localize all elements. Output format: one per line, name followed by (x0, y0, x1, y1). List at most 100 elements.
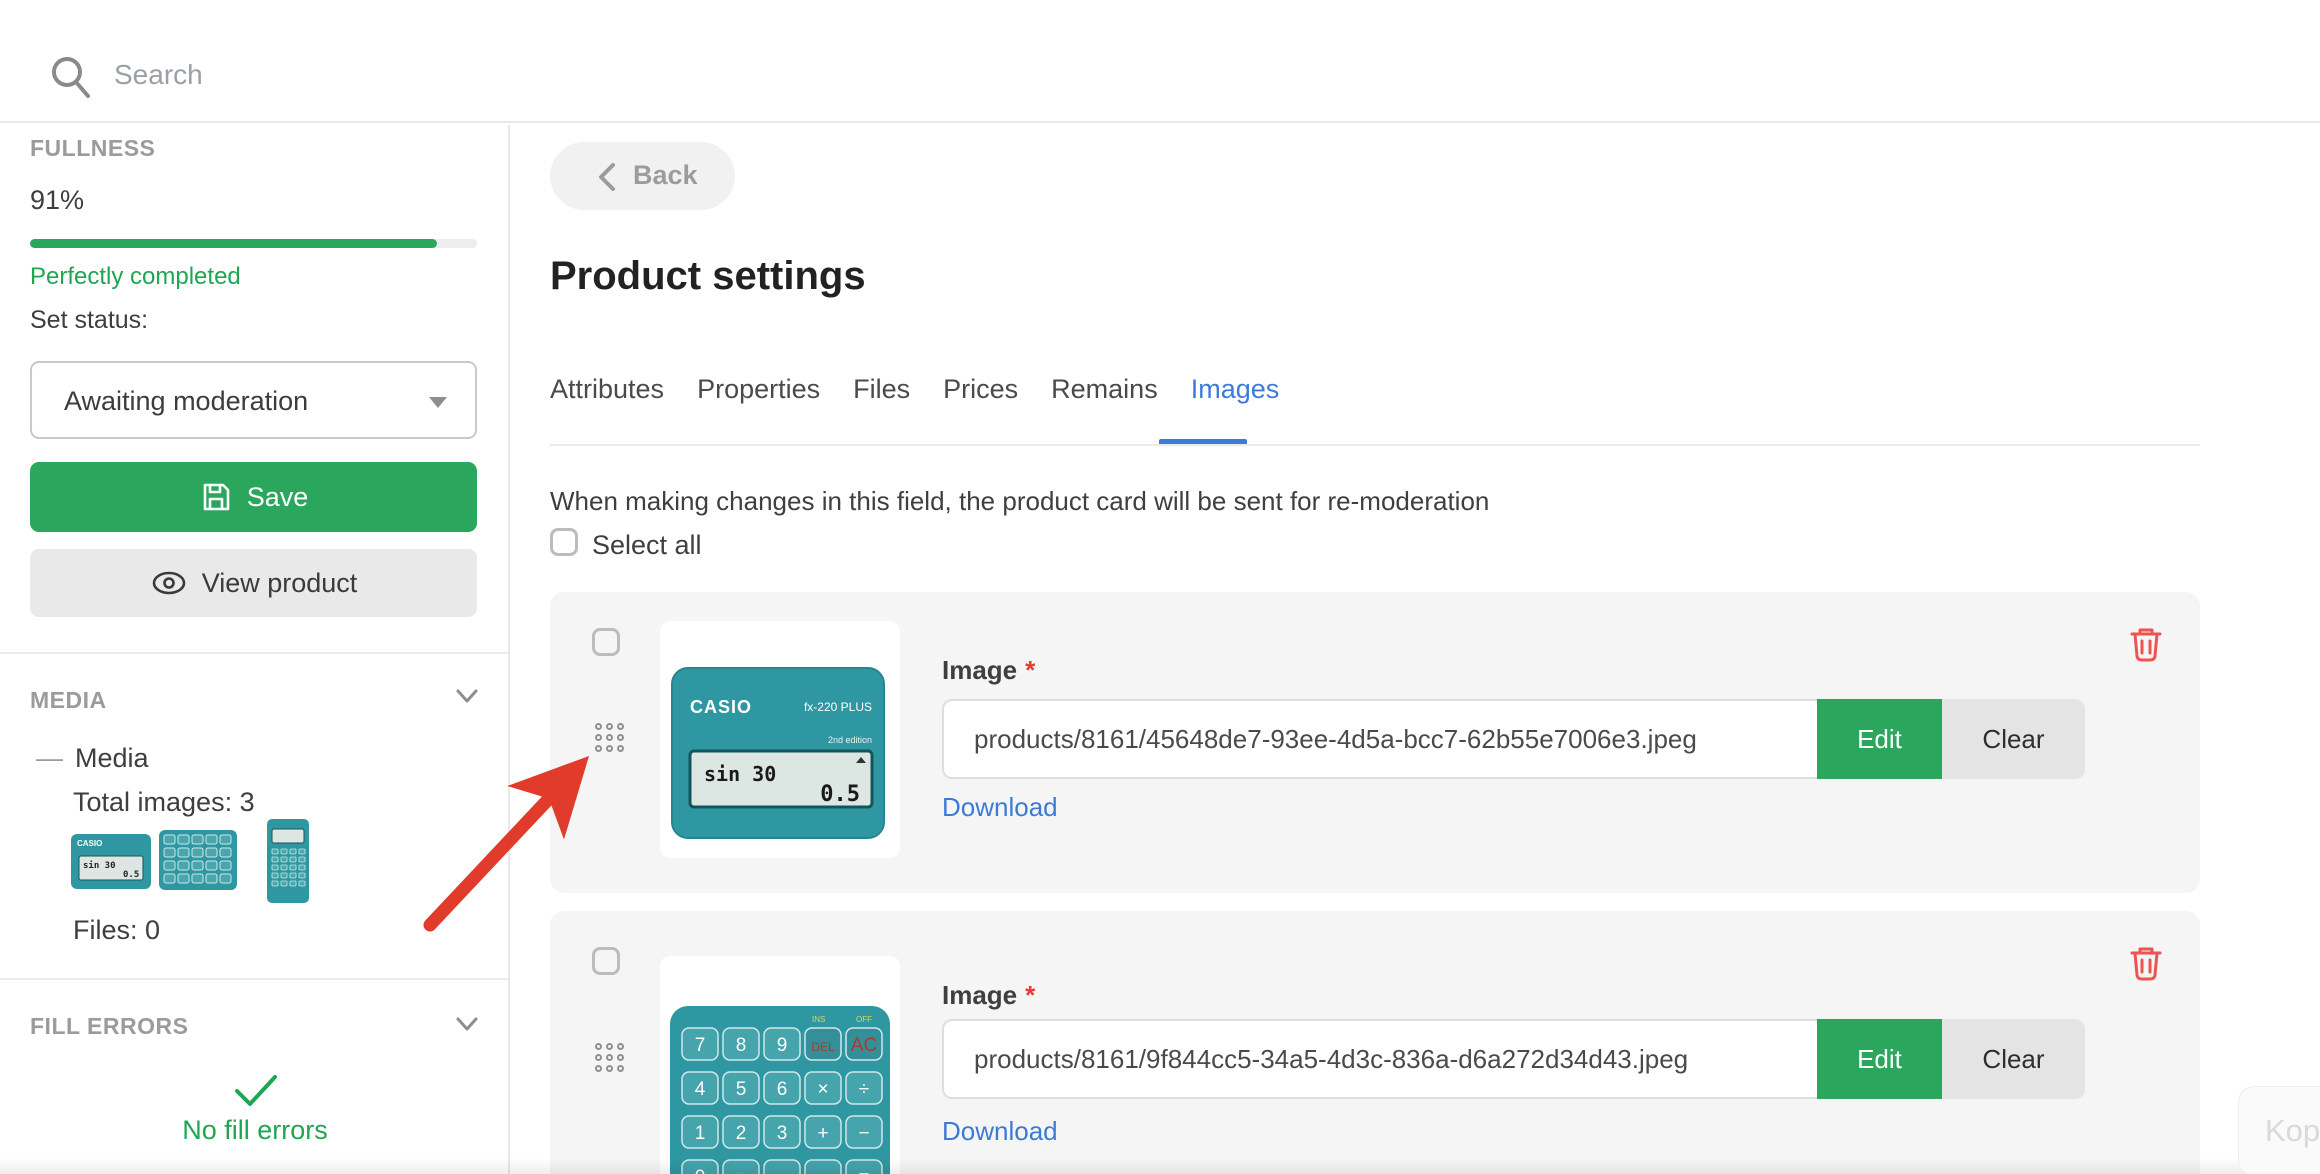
calculator-keypad-image: OFF INS 789DELAC456×÷123+−0•×10ˣAns= (660, 956, 900, 1174)
image-field-label: Image* (942, 655, 1035, 686)
tab-images[interactable]: Images (1191, 374, 1280, 405)
sidebar: FULLNESS 91% Perfectly completed Set sta… (0, 125, 510, 1174)
drag-handle-icon[interactable] (595, 723, 625, 753)
fullness-percent: 91% (30, 185, 84, 216)
checkmark-icon (225, 1071, 285, 1111)
tab-bar: Attributes Properties Files Prices Remai… (550, 374, 1279, 405)
tab-remains[interactable]: Remains (1051, 374, 1158, 405)
trash-icon (2125, 624, 2167, 666)
image-path-input[interactable] (942, 1019, 1817, 1099)
drag-handle-icon[interactable] (595, 1043, 625, 1073)
trash-icon (2125, 943, 2167, 985)
svg-text:DEL: DEL (811, 1040, 835, 1054)
thumbnail-calculator-keypad[interactable] (159, 830, 237, 890)
svg-text:=: = (858, 1167, 869, 1174)
svg-text:3: 3 (777, 1123, 788, 1144)
svg-text:÷: ÷ (859, 1079, 869, 1100)
files-count: Files: 0 (73, 915, 160, 946)
product-image-preview[interactable]: CASIO fx-220 PLUS 2nd edition sin 30 0.5 (660, 621, 900, 858)
eye-icon (150, 568, 188, 598)
svg-text:9: 9 (777, 1035, 788, 1056)
fill-errors-section-title: FILL ERRORS (30, 1013, 188, 1040)
status-dropdown[interactable]: Awaiting moderation (30, 361, 477, 439)
image-path-input[interactable] (942, 699, 1817, 779)
tree-dash: — (36, 743, 63, 773)
row-checkbox[interactable] (592, 947, 620, 975)
svg-text:INS: INS (812, 1015, 825, 1024)
view-product-button[interactable]: View product (30, 549, 477, 617)
required-asterisk: * (1025, 980, 1035, 1010)
media-thumbnails: CASIO sin 30 0.5 (71, 819, 351, 907)
svg-text:2: 2 (736, 1123, 747, 1144)
media-section-title: MEDIA (30, 687, 107, 714)
image-row-2: OFF INS 789DELAC456×÷123+−0•×10ˣAns= Ima… (550, 911, 2200, 1174)
product-image-preview[interactable]: OFF INS 789DELAC456×÷123+−0•×10ˣAns= (660, 956, 900, 1174)
save-button-label: Save (247, 482, 309, 513)
search-input[interactable] (114, 48, 814, 102)
svg-text:0.5: 0.5 (820, 782, 860, 807)
fullness-progress-bar (30, 239, 477, 248)
thumbnail-calculator-portrait[interactable] (267, 819, 309, 903)
thumbnail-calculator-front[interactable]: CASIO sin 30 0.5 (71, 834, 151, 889)
fullness-progress-fill (30, 239, 437, 248)
copy-tooltip-partial: Kop (2238, 1086, 2320, 1174)
media-collapse-chevron-icon[interactable] (452, 681, 482, 711)
set-status-label: Set status: (30, 306, 148, 335)
svg-text:7: 7 (695, 1035, 706, 1056)
svg-text:0.5: 0.5 (123, 870, 139, 880)
tab-divider (550, 444, 2200, 446)
image-row-1: CASIO fx-220 PLUS 2nd edition sin 30 0.5… (550, 592, 2200, 893)
media-tree-label: Media (75, 743, 149, 773)
fullness-section-title: FULLNESS (30, 135, 155, 162)
svg-text:AC: AC (851, 1035, 877, 1056)
search-icon (44, 50, 100, 106)
sidebar-divider (0, 652, 510, 654)
select-all-label: Select all (592, 530, 702, 561)
tab-prices[interactable]: Prices (943, 374, 1018, 405)
image-path-group: Edit Clear (942, 1019, 2085, 1099)
svg-text:CASIO: CASIO (690, 697, 752, 717)
chevron-left-icon (596, 161, 618, 193)
re-moderation-notice: When making changes in this field, the p… (550, 486, 1489, 517)
svg-text:OFF: OFF (856, 1015, 872, 1024)
svg-text:4: 4 (695, 1079, 706, 1100)
top-bar (0, 0, 2320, 123)
svg-text:CASIO: CASIO (77, 839, 102, 848)
fullness-status-text: Perfectly completed (30, 263, 241, 291)
clear-button[interactable]: Clear (1942, 699, 2085, 779)
svg-text:•: • (738, 1167, 745, 1174)
select-all-checkbox[interactable] (550, 528, 578, 556)
svg-text:8: 8 (736, 1035, 747, 1056)
save-button[interactable]: Save (30, 462, 477, 532)
tab-files[interactable]: Files (853, 374, 910, 405)
svg-text:−: − (858, 1123, 869, 1144)
back-button[interactable]: Back (550, 142, 735, 210)
image-path-group: Edit Clear (942, 699, 2085, 779)
tab-attributes[interactable]: Attributes (550, 374, 664, 405)
download-link[interactable]: Download (942, 792, 1058, 823)
svg-text:2nd edition: 2nd edition (828, 735, 872, 745)
page-title: Product settings (550, 254, 866, 299)
download-link[interactable]: Download (942, 1116, 1058, 1147)
edit-button[interactable]: Edit (1817, 1019, 1942, 1099)
sidebar-divider (0, 978, 510, 980)
required-asterisk: * (1025, 655, 1035, 685)
delete-image-button[interactable] (2125, 943, 2167, 985)
fill-errors-collapse-chevron-icon[interactable] (452, 1009, 482, 1039)
clear-button[interactable]: Clear (1942, 1019, 2085, 1099)
svg-text:sin 30: sin 30 (704, 762, 776, 786)
svg-text:sin 30: sin 30 (83, 860, 116, 871)
product-settings-page: FULLNESS 91% Perfectly completed Set sta… (0, 0, 2320, 1174)
chevron-down-icon (429, 397, 447, 408)
svg-text:5: 5 (736, 1079, 747, 1100)
svg-text:6: 6 (777, 1079, 788, 1100)
media-tree-item[interactable]: — Media (36, 743, 149, 774)
tab-properties[interactable]: Properties (697, 374, 820, 405)
delete-image-button[interactable] (2125, 624, 2167, 666)
back-button-label: Back (633, 160, 698, 191)
svg-text:fx-220 PLUS: fx-220 PLUS (804, 700, 872, 714)
edit-button[interactable]: Edit (1817, 699, 1942, 779)
svg-text:1: 1 (695, 1123, 706, 1144)
svg-text:×: × (817, 1079, 828, 1100)
row-checkbox[interactable] (592, 628, 620, 656)
